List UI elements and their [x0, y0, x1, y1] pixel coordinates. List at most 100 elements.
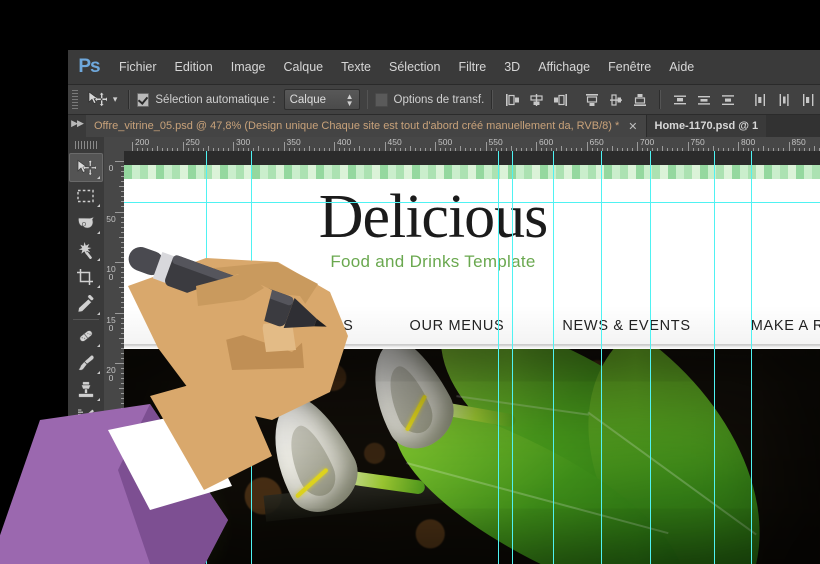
ruler-label: 0 — [108, 163, 114, 173]
menu-item-affichage[interactable]: Affichage — [529, 50, 599, 84]
ruler-label: 50 — [106, 213, 116, 224]
ruler-major-tick — [115, 211, 124, 213]
guide-vertical[interactable] — [251, 151, 252, 564]
menu-item-fenetre[interactable]: Fenêtre — [599, 50, 660, 84]
menu-item-texte[interactable]: Texte — [332, 50, 380, 84]
tool-group-indicator — [97, 204, 100, 207]
ruler-major-tick — [334, 142, 335, 151]
align-right-edges-icon[interactable] — [548, 89, 572, 111]
ruler-label: 400 — [337, 137, 352, 147]
nav-item-about-us[interactable]: ABOUT US — [274, 318, 353, 334]
tool-healing-brush[interactable] — [70, 322, 102, 349]
ruler-major-tick — [738, 142, 739, 151]
guide-vertical[interactable] — [714, 151, 715, 564]
distribute-left-edges-icon[interactable] — [748, 89, 772, 111]
guide-vertical[interactable] — [751, 151, 752, 564]
tool-group-indicator — [97, 425, 100, 428]
tool-group-indicator — [97, 398, 100, 401]
align-left-edges-icon[interactable] — [500, 89, 524, 111]
auto-select-checkbox[interactable] — [137, 92, 150, 107]
tool-clone-stamp[interactable] — [70, 376, 102, 403]
tool-history-brush[interactable] — [70, 403, 102, 430]
distribute-right-edges-icon[interactable] — [796, 89, 820, 111]
tool-group-indicator — [97, 258, 100, 261]
menu-item-aide[interactable]: Aide — [660, 50, 703, 84]
guide-vertical[interactable] — [206, 151, 207, 564]
ruler-label: 600 — [539, 137, 554, 147]
ruler-major-tick — [115, 161, 124, 162]
align-top-edges-icon[interactable] — [580, 89, 604, 111]
document-tab-home-1170[interactable]: Home-1170.psd @ 1 — [645, 115, 767, 137]
auto-select-label: Sélection automatique : — [155, 93, 276, 106]
tool-rectangular-marquee[interactable] — [70, 182, 102, 209]
ruler-label: 650 — [589, 137, 604, 147]
ruler-corner[interactable] — [104, 137, 125, 152]
guide-vertical[interactable] — [601, 151, 602, 564]
tool-crop[interactable] — [70, 263, 102, 290]
close-icon[interactable]: ✕ — [628, 120, 637, 133]
hero-photo[interactable] — [124, 349, 820, 564]
ruler-major-tick — [115, 363, 124, 364]
current-tool-preview[interactable]: ▾ — [84, 91, 122, 108]
menu-item-image[interactable]: Image — [222, 50, 275, 84]
distribute-bottom-edges-icon[interactable] — [716, 89, 740, 111]
guide-vertical[interactable] — [553, 151, 554, 564]
menu-item-filtre[interactable]: Filtre — [449, 50, 495, 84]
guide-horizontal[interactable] — [124, 202, 820, 203]
distribute-vertical-centers-icon[interactable] — [692, 89, 716, 111]
ruler-major-tick — [384, 142, 386, 151]
menu-item-selection[interactable]: Sélection — [380, 50, 449, 84]
distribute-buttons-group — [668, 89, 740, 111]
horizontal-ruler[interactable]: 200 250 300 350 400 450 500 550 600 650 700 750 800 8… — [124, 137, 820, 152]
auto-select-scope-value: Calque — [289, 93, 327, 106]
ruler-label: 200 — [106, 365, 116, 383]
nav-item-make-a-reservation[interactable]: MAKE A RESERVATION — [751, 318, 820, 334]
tool-brush[interactable] — [70, 349, 102, 376]
tool-group-indicator — [97, 344, 100, 347]
left-dock-expand-button[interactable]: ▶▶ — [68, 115, 86, 137]
tool-group-indicator — [97, 285, 100, 288]
ruler-label: 200 — [135, 137, 150, 147]
ruler-major-tick — [435, 142, 436, 151]
distribute-horizontal-centers-icon[interactable] — [772, 89, 796, 111]
distribute-top-edges-icon[interactable] — [668, 89, 692, 111]
photoshop-logo-icon: Ps — [78, 56, 100, 77]
distribute-horizontal-group — [748, 89, 820, 111]
tool-eyedropper[interactable] — [70, 290, 102, 317]
ruler-label: 750 — [690, 137, 705, 147]
options-separator-3 — [491, 90, 494, 109]
tool-lasso[interactable] — [70, 209, 102, 236]
menu-item-calque[interactable]: Calque — [275, 50, 333, 84]
align-bottom-edges-icon[interactable] — [628, 89, 652, 111]
auto-select-scope-dropdown[interactable]: Calque ▲ ▼ — [283, 89, 360, 110]
ruler-label: 550 — [488, 137, 503, 147]
menu-item-3d[interactable]: 3D — [495, 50, 529, 84]
transform-controls-label: Options de transf. — [393, 93, 485, 106]
document-canvas[interactable]: Delicious Food and Drinks Template ABOUT… — [124, 151, 820, 564]
nav-item-news-events[interactable]: NEWS & EVENTS — [562, 318, 690, 334]
guide-vertical[interactable] — [650, 151, 651, 564]
vertical-ruler[interactable]: 0 50 100 150 200 — [104, 151, 125, 564]
align-vertical-centers-icon[interactable] — [604, 89, 628, 111]
move-tool-icon — [88, 91, 107, 107]
canvas-area[interactable]: Delicious Food and Drinks Template ABOUT… — [124, 151, 820, 564]
align-buttons-group — [500, 89, 572, 111]
ruler-label: 300 — [236, 137, 251, 147]
photoshop-window: Ps Fichier Edition Image Calque Texte Sé… — [68, 50, 820, 564]
guide-vertical[interactable] — [512, 151, 513, 564]
menu-item-fichier[interactable]: Fichier — [110, 50, 166, 84]
options-bar-grip[interactable] — [72, 89, 78, 110]
options-bar: ▾ Sélection automatique : Calque ▲ ▼ Opti… — [68, 85, 820, 115]
tool-magic-wand[interactable] — [70, 236, 102, 263]
nav-item-our-menus[interactable]: OUR MENUS — [409, 318, 504, 334]
document-tab-offre-vitrine[interactable]: Offre_vitrine_05.psd @ 47,8% (Design uni… — [86, 115, 646, 137]
menu-item-edition[interactable]: Edition — [166, 50, 222, 84]
transform-controls-checkbox[interactable] — [375, 92, 388, 107]
double-chevron-right-icon: ▶▶ — [71, 118, 84, 128]
tool-preset-chevron-icon[interactable]: ▾ — [113, 94, 118, 105]
screenshot-root: Ps Fichier Edition Image Calque Texte Sé… — [0, 0, 820, 564]
tool-move[interactable] — [69, 153, 103, 182]
align-horizontal-centers-icon[interactable] — [524, 89, 548, 111]
guide-vertical[interactable] — [498, 151, 499, 564]
toolbox-grip[interactable] — [75, 141, 97, 149]
